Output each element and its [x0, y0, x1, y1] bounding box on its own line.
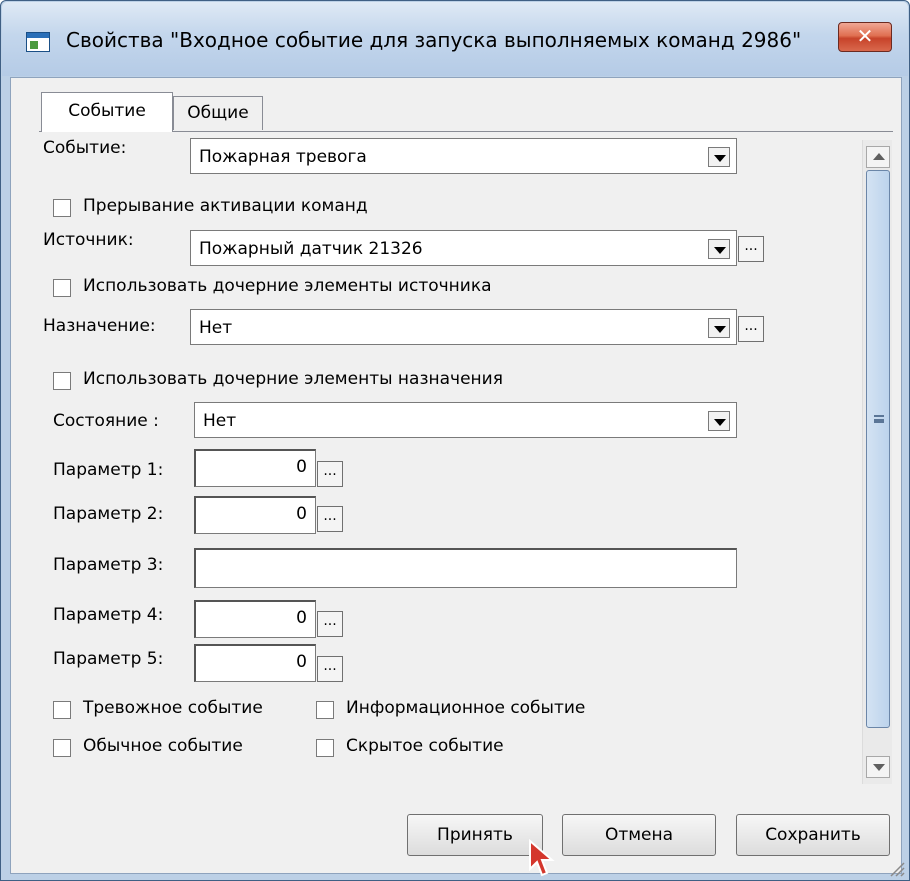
param4-value: 0	[296, 608, 307, 628]
destination-select[interactable]: Нет	[190, 309, 737, 345]
state-label: Состояние :	[53, 411, 159, 431]
use-source-children-checkbox[interactable]	[53, 279, 71, 297]
save-button[interactable]: Сохранить	[736, 814, 890, 856]
chevron-down-icon[interactable]	[708, 318, 730, 338]
param2-field[interactable]: 0	[194, 496, 316, 534]
param1-field[interactable]: 0	[194, 449, 316, 487]
event-label: Событие:	[43, 138, 127, 158]
destination-label: Назначение:	[43, 316, 156, 336]
state-select[interactable]: Нет	[194, 402, 737, 438]
title-bar[interactable]: Свойства "Входное событие для запуска вы…	[2, 2, 908, 76]
destination-select-value: Нет	[199, 318, 233, 338]
source-browse-button[interactable]: ...	[738, 236, 764, 262]
param5-field[interactable]: 0	[194, 644, 316, 682]
close-button[interactable]: ✕	[838, 22, 892, 52]
param3-label: Параметр 3:	[53, 555, 164, 575]
use-source-children-label: Использовать дочерние элементы источника	[83, 276, 492, 296]
accept-button[interactable]: Принять	[407, 814, 543, 856]
chevron-down-icon[interactable]	[708, 147, 730, 167]
alarm-event-checkbox[interactable]	[53, 701, 71, 719]
tab-event[interactable]: Событие	[41, 92, 173, 132]
source-select-value: Пожарный датчик 21326	[199, 239, 423, 259]
interrupt-checkbox[interactable]	[53, 199, 71, 217]
vertical-scrollbar[interactable]	[862, 140, 892, 784]
grip-icon	[874, 415, 884, 423]
app-window-icon	[26, 32, 50, 52]
chevron-down-icon[interactable]	[708, 239, 730, 259]
info-event-label: Информационное событие	[346, 698, 586, 718]
dialog-client-area: Событие Общие Событие: Пожарная тревога …	[10, 77, 902, 874]
event-select[interactable]: Пожарная тревога	[190, 138, 737, 174]
param1-label: Параметр 1:	[53, 460, 164, 480]
normal-event-label: Обычное событие	[83, 736, 243, 756]
cancel-button[interactable]: Отмена	[562, 814, 716, 856]
param5-value: 0	[296, 652, 307, 672]
scroll-down-icon[interactable]	[866, 756, 890, 778]
dialog-window: Свойства "Входное событие для запуска вы…	[0, 0, 910, 881]
param4-field[interactable]: 0	[194, 600, 316, 638]
event-select-value: Пожарная тревога	[199, 147, 367, 167]
param4-browse-button[interactable]: ...	[317, 611, 343, 637]
chevron-down-icon[interactable]	[708, 411, 730, 431]
param5-label: Параметр 5:	[53, 649, 164, 669]
param2-label: Параметр 2:	[53, 504, 164, 524]
normal-event-checkbox[interactable]	[53, 739, 71, 757]
param1-browse-button[interactable]: ...	[317, 461, 343, 487]
hidden-event-checkbox[interactable]	[316, 739, 334, 757]
param1-value: 0	[296, 457, 307, 477]
state-select-value: Нет	[203, 411, 237, 431]
mouse-cursor-icon	[529, 839, 555, 877]
use-destination-children-checkbox[interactable]	[53, 372, 71, 390]
scroll-up-icon[interactable]	[866, 146, 890, 168]
interrupt-label: Прерывание активации команд	[83, 196, 368, 216]
param5-browse-button[interactable]: ...	[317, 656, 343, 682]
param2-value: 0	[296, 504, 307, 524]
param3-field[interactable]	[194, 548, 737, 588]
alarm-event-label: Тревожное событие	[83, 698, 263, 718]
source-label: Источник:	[43, 230, 134, 250]
destination-browse-button[interactable]: ...	[738, 316, 764, 342]
resize-grip-icon[interactable]	[887, 859, 905, 877]
hidden-event-label: Скрытое событие	[346, 736, 504, 756]
param4-label: Параметр 4:	[53, 605, 164, 625]
param2-browse-button[interactable]: ...	[317, 506, 343, 532]
scrollbar-thumb[interactable]	[866, 170, 890, 728]
info-event-checkbox[interactable]	[316, 701, 334, 719]
window-title: Свойства "Входное событие для запуска вы…	[66, 28, 802, 52]
use-destination-children-label: Использовать дочерние элементы назначени…	[83, 369, 503, 389]
tab-general[interactable]: Общие	[173, 96, 263, 130]
source-select[interactable]: Пожарный датчик 21326	[190, 230, 737, 266]
